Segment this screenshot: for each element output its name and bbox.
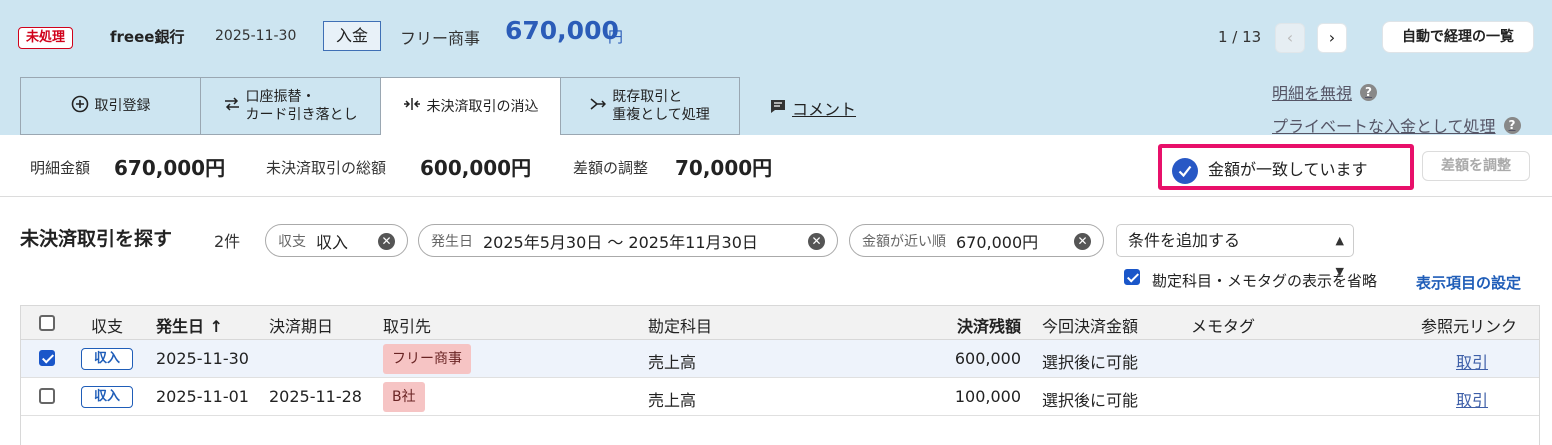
row-checkbox[interactable]	[39, 388, 55, 404]
comment-link[interactable]: コメント	[770, 96, 856, 120]
partner-name: フリー商事	[400, 29, 481, 48]
table-row[interactable]: 収入 2025-11-01 2025-11-28 B社 売上高 100,000 …	[21, 378, 1539, 416]
chip-value: 670,000円	[956, 232, 1039, 252]
comment-icon	[770, 99, 786, 118]
chip-label: 発生日	[431, 233, 473, 250]
row-this-amount: 選択後に可能	[1042, 391, 1139, 410]
comment-label: コメント	[792, 100, 857, 119]
tab-transfer[interactable]: 口座振替・カード引き落とし	[200, 77, 381, 135]
select-all-checkbox[interactable]	[39, 315, 55, 331]
select-value: 条件を追加する	[1128, 231, 1241, 250]
tab-label-line2: 重複として処理	[612, 107, 710, 123]
chip-value: 収入	[316, 232, 349, 252]
col-balance: 決済残額	[956, 317, 1021, 336]
omit-checkbox[interactable]	[1124, 269, 1140, 285]
tab-label: 取引登録	[94, 98, 151, 114]
chip-value: 2025年5月30日 〜 2025年11月30日	[483, 232, 758, 252]
result-count: 2件	[214, 232, 241, 251]
transaction-date: 2025-11-30	[215, 28, 297, 44]
tab-label-line1: 口座振替・	[245, 89, 316, 105]
col-due: 決済期日	[269, 317, 334, 336]
col-date-label: 発生日	[156, 317, 205, 336]
row-ref-link[interactable]: 取引	[1456, 387, 1488, 411]
row-due: 2025-11-28	[269, 387, 362, 406]
ignore-label: 明細を無視	[1272, 84, 1353, 103]
close-icon[interactable]: ✕	[1074, 233, 1091, 250]
unsettled-total-value: 600,000円	[420, 156, 532, 180]
match-message: 金額が一致しています	[1208, 160, 1368, 179]
row-balance: 100,000	[954, 387, 1021, 406]
type-badge: 収入	[81, 348, 133, 370]
direction-badge: 入金	[323, 21, 381, 51]
diff-label: 差額の調整	[573, 159, 649, 177]
match-status: 金額が一致しています	[1158, 144, 1414, 190]
row-date: 2025-11-01	[156, 387, 249, 406]
detail-amount-value: 670,000円	[114, 156, 226, 180]
close-icon[interactable]: ✕	[808, 233, 825, 250]
type-badge: 収入	[81, 386, 133, 408]
ignore-detail-link[interactable]: 明細を無視 ?	[1272, 80, 1378, 104]
table-row[interactable]: 収入 2025-11-30 フリー商事 売上高 600,000 選択後に可能 取…	[21, 340, 1539, 378]
tab-label-line1: 既存取引と	[612, 89, 683, 105]
add-condition-select[interactable]: 条件を追加する ▲ ▼	[1116, 224, 1354, 278]
tab-label: 未決済取引の消込	[426, 98, 539, 115]
close-icon[interactable]: ✕	[378, 233, 395, 250]
currency-label: 円	[608, 28, 624, 46]
diff-value: 70,000円	[675, 156, 773, 180]
status-badge: 未処理	[18, 27, 74, 49]
col-partner: 取引先	[383, 317, 432, 336]
row-account: 売上高	[648, 391, 697, 410]
row-balance: 600,000	[954, 349, 1021, 368]
private-label: プライベートな入金として処理	[1272, 117, 1496, 136]
divider	[0, 196, 1552, 197]
next-button[interactable]: ›	[1317, 23, 1347, 53]
row-date: 2025-11-30	[156, 349, 249, 368]
help-icon[interactable]: ?	[1503, 116, 1521, 134]
omit-label: 勘定科目・メモタグの表示を省略	[1152, 272, 1378, 290]
transaction-amount: 670,000	[505, 16, 619, 45]
plus-circle-icon	[71, 95, 89, 118]
col-ref: 参照元リンク	[1421, 317, 1518, 336]
bank-name: freee銀行	[110, 28, 185, 46]
table-header: 収支 発生日 ↑ 決済期日 取引先 勘定科目 決済残額 今回決済金額 メモタグ …	[21, 306, 1539, 340]
unsettled-total-label: 未決済取引の総額	[266, 159, 387, 177]
sort-asc-icon: ↑	[209, 317, 223, 336]
chevron-left-icon: ‹	[1286, 28, 1294, 47]
display-settings-link[interactable]: 表示項目の設定	[1416, 272, 1521, 293]
tab-label-line2: カード引き落とし	[245, 107, 358, 123]
row-checkbox[interactable]	[39, 350, 55, 366]
help-icon[interactable]: ?	[1360, 83, 1378, 101]
filter-chip-type[interactable]: 収支 収入 ✕	[265, 224, 408, 257]
tab-duplicate[interactable]: 既存取引と重複として処理	[560, 77, 740, 135]
col-type: 収支	[91, 317, 124, 336]
filter-chip-date[interactable]: 発生日 2025年5月30日 〜 2025年11月30日 ✕	[418, 224, 838, 257]
search-title: 未決済取引を探す	[20, 228, 173, 250]
row-ref-link[interactable]: 取引	[1456, 349, 1488, 373]
prev-button[interactable]: ‹	[1275, 23, 1305, 53]
partner-tag: B社	[383, 382, 425, 412]
pager-text: 1 / 13	[1218, 28, 1262, 46]
chip-label: 金額が近い順	[862, 233, 946, 250]
results-table: 収支 発生日 ↑ 決済期日 取引先 勘定科目 決済残額 今回決済金額 メモタグ …	[20, 305, 1540, 445]
col-account: 勘定科目	[648, 317, 713, 336]
check-circle-icon	[1172, 158, 1198, 184]
adjust-diff-button[interactable]: 差額を調整	[1422, 151, 1530, 181]
private-income-link[interactable]: プライベートな入金として処理 ?	[1272, 113, 1521, 137]
merge-icon	[403, 97, 421, 116]
auto-list-button[interactable]: 自動で経理の一覧	[1382, 21, 1534, 53]
tab-register[interactable]: 取引登録	[20, 77, 201, 135]
col-date[interactable]: 発生日 ↑	[156, 313, 223, 337]
col-this-amount: 今回決済金額	[1042, 317, 1139, 336]
detail-amount-label: 明細金額	[30, 159, 91, 177]
tab-unsettled-clearing[interactable]: 未決済取引の消込	[380, 77, 561, 135]
chip-label: 収支	[278, 233, 306, 250]
transfer-arrows-icon	[224, 96, 240, 116]
row-account: 売上高	[648, 353, 697, 372]
row-this-amount: 選択後に可能	[1042, 353, 1139, 372]
filter-chip-amount[interactable]: 金額が近い順 670,000円 ✕	[849, 224, 1104, 257]
duplicate-icon	[590, 97, 607, 116]
partner-tag: フリー商事	[383, 344, 471, 374]
col-memo: メモタグ	[1191, 317, 1256, 336]
chevron-right-icon: ›	[1328, 28, 1336, 47]
